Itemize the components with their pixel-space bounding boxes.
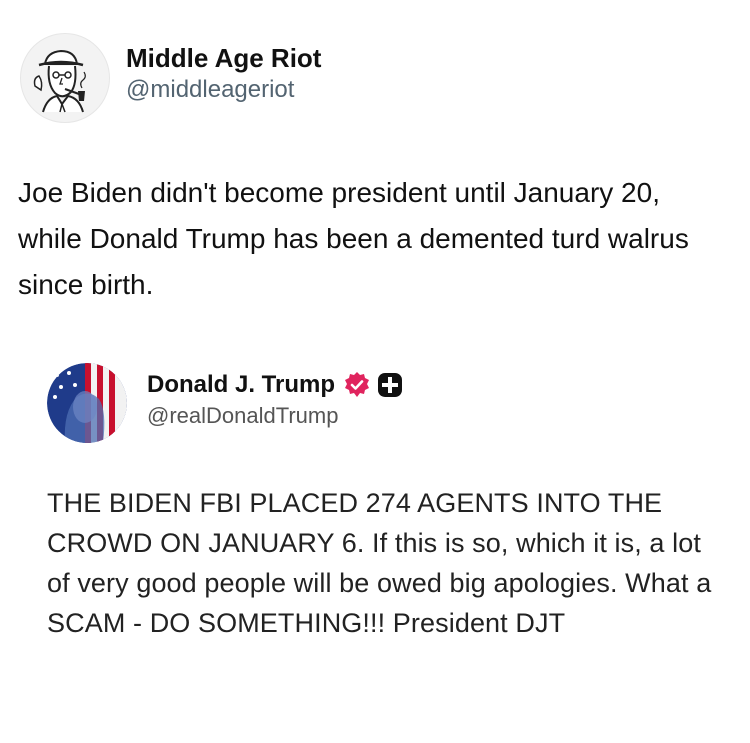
avatar[interactable] — [20, 33, 110, 123]
flag-portrait-icon — [47, 363, 127, 443]
display-name[interactable]: Middle Age Riot — [126, 42, 321, 74]
post-text: Joe Biden didn't become president until … — [18, 177, 689, 300]
quoted-user-handle[interactable]: @realDonaldTrump — [147, 400, 403, 432]
quoted-display-name[interactable]: Donald J. Trump — [147, 370, 335, 400]
user-handle[interactable]: @middleageriot — [126, 74, 321, 106]
plus-icon — [377, 372, 403, 398]
man-with-pipe-sketch-icon — [33, 49, 86, 113]
quoted-avatar[interactable] — [47, 363, 127, 443]
outer-post-header: Middle Age Riot @middleageriot — [20, 33, 321, 123]
quoted-post-header: Donald J. Trump @realDonaldTrump — [47, 363, 403, 443]
quoted-post-text: THE BIDEN FBI PLACED 274 AGENTS INTO THE… — [47, 488, 712, 638]
verified-badge-icon — [343, 371, 371, 399]
